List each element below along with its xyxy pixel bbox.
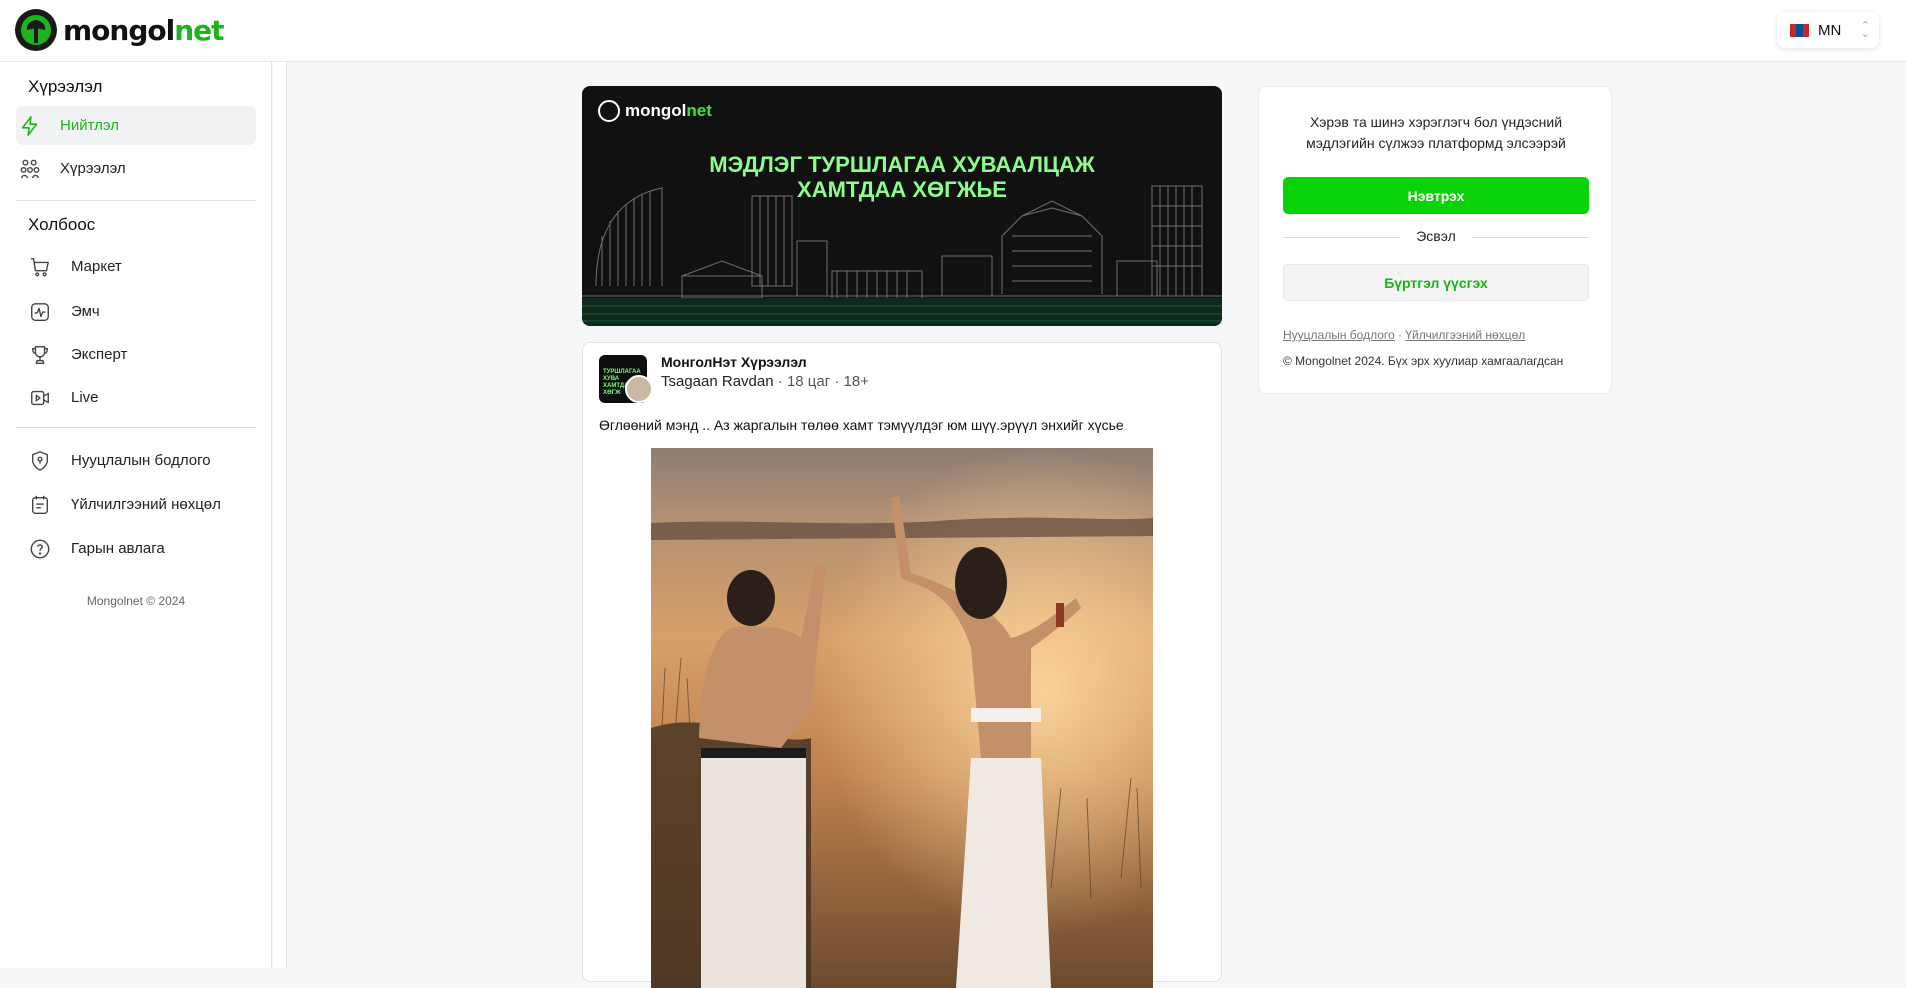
chevron-updown-icon: ⌃ ⌄ [1860, 20, 1870, 40]
language-selector[interactable]: MN ⌃ ⌄ [1777, 12, 1879, 48]
sidebar-copyright: Mongolnet © 2024 [86, 594, 186, 608]
post-group-name[interactable]: МонголНэт Хүрээлэл [661, 354, 807, 370]
banner-logo-main: mongol [625, 101, 687, 120]
cart-icon [29, 256, 51, 278]
sidebar-item-label: Нийтлэл [60, 117, 119, 134]
mongolia-flag-icon [1790, 23, 1809, 37]
section-title-community: Хүрээлэл [28, 77, 103, 96]
sidebar-item-market[interactable]: Маркет [16, 247, 256, 286]
banner-logo: mongolnet [598, 100, 712, 122]
post-card: ТУРШЛАГАА ХУВА ХАМТДАА ХӨГЖ МонголНэт Хү… [582, 342, 1222, 988]
people-icon [19, 158, 41, 180]
terms-link[interactable]: Үйлчилгээний нөхцөл [1405, 328, 1525, 342]
or-label: Эсвэл [1416, 228, 1456, 244]
top-bar: mongolnet MN ⌃ ⌄ [0, 0, 1906, 62]
help-icon [29, 538, 51, 560]
sidebar-item-label: Үйлчилгээний нөхцөл [71, 496, 221, 513]
post-author[interactable]: Tsagaan Ravdan [661, 373, 774, 390]
sidebar-item-community[interactable]: Хүрээлэл [16, 149, 256, 188]
logo-accent-text: net [174, 13, 224, 47]
video-icon [29, 387, 51, 409]
scroll-gutter [273, 62, 287, 968]
sidebar-item-label: Эксперт [71, 346, 128, 363]
sidebar-item-label: Гарын авлага [71, 540, 165, 557]
logo-wordmark: mongolnet [63, 13, 225, 47]
auth-message: Хэрэв та шинэ хэрэглэгч бол үндэсний мэд… [1306, 114, 1566, 151]
sidebar-item-label: Нууцлалын бодлого [71, 452, 211, 469]
sidebar-item-label: Эмч [71, 303, 100, 320]
sidebar: Хүрээлэл Нийтлэл Хүрээлэл Холбоос Маркет… [0, 62, 272, 968]
logo-mark-icon [15, 9, 57, 51]
shield-icon [29, 450, 51, 472]
sidebar-item-terms[interactable]: Үйлчилгээний нөхцөл [16, 485, 256, 524]
mongolnet-logo[interactable]: mongolnet [15, 9, 225, 51]
auth-links: Нууцлалын бодлого · Үйлчилгээний нөхцөл [1283, 328, 1525, 342]
post-photo[interactable] [651, 448, 1153, 988]
language-code: MN [1818, 21, 1842, 39]
privacy-link[interactable]: Нууцлалын бодлого [1283, 328, 1395, 342]
promo-banner[interactable]: mongolnet МЭДЛЭГ ТУРШЛАГАА ХУВААЛЦАЖ ХАМ… [582, 86, 1222, 326]
heartbeat-icon [29, 301, 51, 323]
sidebar-item-label: Маркет [71, 258, 122, 275]
post-meta: Tsagaan Ravdan · 18 цаг · 18+ [661, 373, 869, 390]
document-icon [29, 494, 51, 516]
sidebar-item-doctor[interactable]: Эмч [16, 292, 256, 331]
auth-copyright: © Mongolnet 2024. Бүх эрх хуулиар хамгаа… [1283, 354, 1564, 368]
logo-main-text: mongol [63, 13, 175, 47]
post-rating: 18+ [843, 373, 869, 390]
banner-logo-accent: net [686, 101, 712, 120]
login-button[interactable]: Нэвтрэх [1283, 177, 1589, 214]
trophy-icon [29, 344, 51, 366]
register-button[interactable]: Бүртгэл үүсгэх [1283, 264, 1589, 301]
or-divider: Эсвэл [1283, 227, 1589, 247]
sidebar-item-posts[interactable]: Нийтлэл [16, 106, 256, 145]
lightning-icon [19, 115, 41, 137]
city-skyline-illustration [582, 185, 1222, 326]
sidebar-item-label: Live [71, 389, 99, 406]
sidebar-item-guide[interactable]: Гарын авлага [16, 529, 256, 568]
meta-separator: · [773, 373, 787, 390]
sidebar-item-label: Хүрээлэл [60, 160, 126, 177]
sidebar-divider [16, 427, 256, 428]
sidebar-item-expert[interactable]: Эксперт [16, 335, 256, 374]
post-text: Өглөөний мэнд .. Аз жаргалын төлөө хамт … [599, 417, 1124, 433]
sidebar-item-live[interactable]: Live [16, 378, 256, 417]
auth-card: Хэрэв та шинэ хэрэглэгч бол үндэсний мэд… [1258, 86, 1612, 394]
banner-logo-mark-icon [598, 100, 620, 122]
author-avatar[interactable] [625, 375, 653, 403]
link-separator: · [1394, 328, 1406, 342]
sidebar-divider [16, 200, 256, 201]
meta-separator: · [830, 373, 844, 390]
post-time: 18 цаг [786, 373, 831, 390]
section-title-links: Холбоос [28, 215, 96, 234]
sidebar-item-privacy[interactable]: Нууцлалын бодлого [16, 441, 256, 480]
